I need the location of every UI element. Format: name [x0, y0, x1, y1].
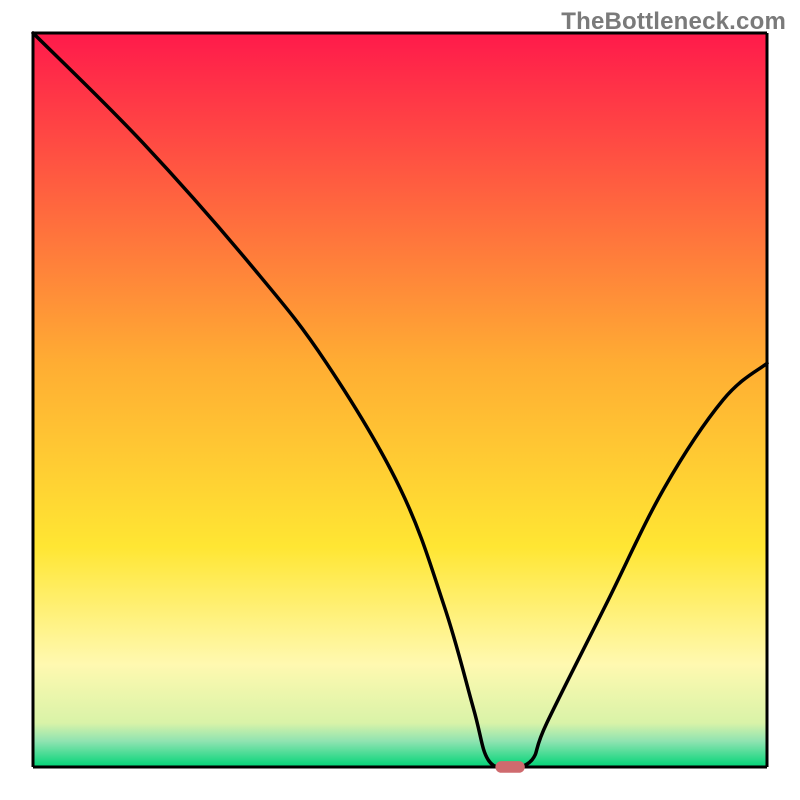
chart-svg — [0, 0, 800, 800]
bottleneck-chart: TheBottleneck.com — [0, 0, 800, 800]
watermark-text: TheBottleneck.com — [561, 8, 786, 36]
optimal-point-marker — [495, 761, 524, 773]
